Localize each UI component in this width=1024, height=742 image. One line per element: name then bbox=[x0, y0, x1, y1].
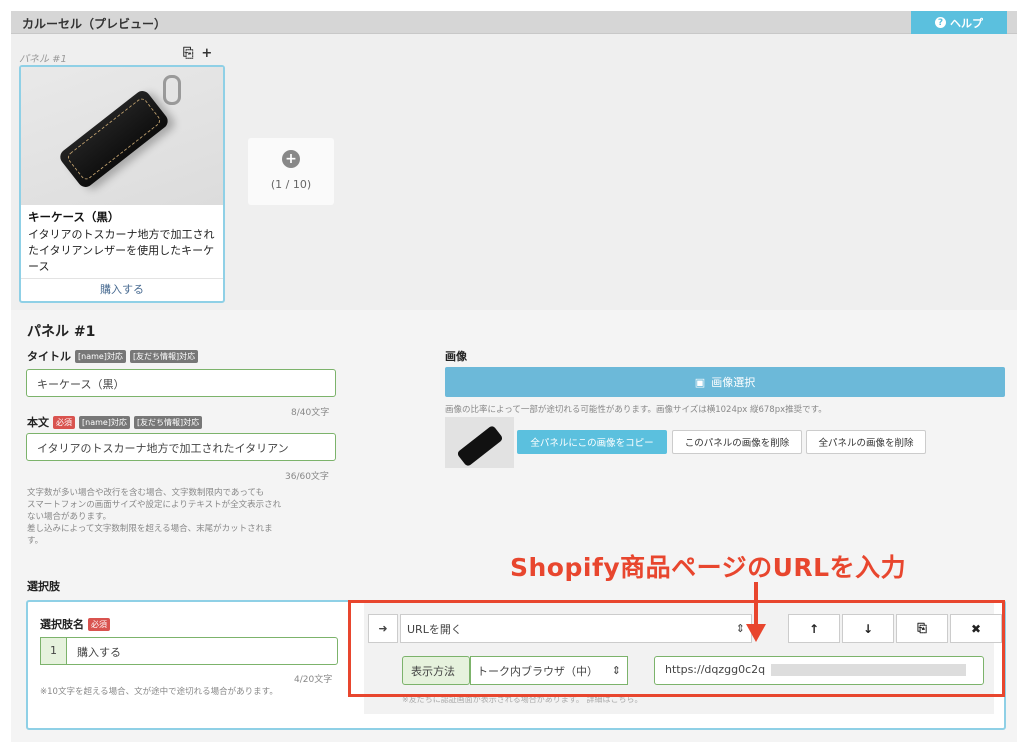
text-length-note: 文字数が多い場合や改行を含む場合、文字数制限内であっても スマートフォンの画面サ… bbox=[27, 488, 282, 546]
choice-name-label-row: 選択肢名 必須 bbox=[40, 616, 110, 632]
preview-card[interactable]: キーケース（黒） イタリアのトスカーナ地方で加工されたイタリアンレザーを使用した… bbox=[19, 65, 225, 303]
preview-panel-label: パネル #1 bbox=[19, 54, 67, 65]
title-counter: 8/40文字 bbox=[291, 408, 330, 418]
title-input[interactable]: キーケース（黒） bbox=[26, 369, 336, 397]
tag-name: [name]対応 bbox=[75, 349, 126, 363]
panel-count: (1 / 10) bbox=[270, 178, 312, 191]
tag-required: 必須 bbox=[88, 617, 110, 631]
help-label: ヘルプ bbox=[950, 16, 983, 30]
title-label-row: タイトル [name]対応 [友だち情報]対応 bbox=[27, 348, 199, 364]
body-counter: 36/60文字 bbox=[285, 472, 329, 482]
image-icon: ▣ bbox=[694, 375, 706, 389]
body-label: 本文 bbox=[27, 416, 49, 429]
tag-name: [name]対応 bbox=[79, 415, 130, 429]
carousel-header: カルーセル（プレビュー） ? ヘルプ bbox=[11, 11, 1017, 34]
body-label-row: 本文 必須 [name]対応 [友だち情報]対応 bbox=[27, 414, 203, 430]
card-buy-link[interactable]: 購入する bbox=[21, 278, 223, 301]
choice-name-counter: 4/20文字 bbox=[294, 675, 333, 685]
help-button[interactable]: ? ヘルプ bbox=[911, 11, 1007, 34]
choice-name-input[interactable]: 購入する bbox=[66, 637, 338, 665]
panel-actions: ⎘ + bbox=[183, 46, 212, 61]
card-image bbox=[21, 67, 223, 205]
image-select-label: 画像選択 bbox=[711, 376, 756, 389]
choices-section-label: 選択肢 bbox=[27, 580, 60, 593]
body-textarea[interactable]: イタリアのトスカーナ地方で加工されたイタリアン bbox=[26, 433, 336, 461]
image-ratio-note: 画像の比率によって一部が途切れる可能性があります。画像サイズは横1024px 縦… bbox=[445, 405, 827, 415]
annotation-highlight-box bbox=[348, 600, 1005, 697]
copy-image-all-button[interactable]: 全パネルにこの画像をコピー bbox=[517, 430, 667, 454]
copy-icon[interactable]: ⎘ bbox=[183, 46, 193, 61]
key-case-shape bbox=[57, 87, 171, 191]
plus-circle-icon: + bbox=[282, 150, 300, 168]
choice-name-label: 選択肢名 bbox=[40, 618, 84, 631]
plus-icon[interactable]: + bbox=[201, 46, 212, 61]
tag-friend: [友だち情報]対応 bbox=[129, 349, 199, 363]
header-title: カルーセル（プレビュー） bbox=[22, 17, 167, 31]
add-panel-button[interactable]: + (1 / 10) bbox=[248, 138, 334, 205]
delete-all-images-button[interactable]: 全パネルの画像を削除 bbox=[806, 430, 926, 454]
tag-friend: [友だち情報]対応 bbox=[133, 415, 203, 429]
question-icon: ? bbox=[935, 17, 946, 28]
carousel-preview: パネル #1 ⎘ + キーケース（黒） イタリアのトスカーナ地方で加工されたイタ… bbox=[11, 34, 1017, 310]
image-select-button[interactable]: ▣ 画像選択 bbox=[445, 367, 1005, 397]
title-label: タイトル bbox=[27, 350, 71, 363]
image-thumbnail bbox=[445, 417, 514, 468]
keyring-shape bbox=[163, 75, 181, 105]
edit-panel-title: パネル #1 bbox=[27, 324, 96, 340]
image-label: 画像 bbox=[445, 350, 467, 363]
choice-name-note: ※10文字を超える場合、文が途中で途切れる場合があります。 bbox=[40, 687, 278, 697]
card-title: キーケース（黒） bbox=[28, 210, 120, 224]
annotation-text: Shopify商品ページのURLを入力 bbox=[510, 553, 907, 582]
choice-index: 1 bbox=[40, 637, 66, 665]
card-text: イタリアのトスカーナ地方で加工されたイタリアンレザーを使用したキーケース bbox=[28, 228, 215, 273]
delete-this-image-button[interactable]: このパネルの画像を削除 bbox=[672, 430, 802, 454]
tag-required: 必須 bbox=[53, 415, 75, 429]
